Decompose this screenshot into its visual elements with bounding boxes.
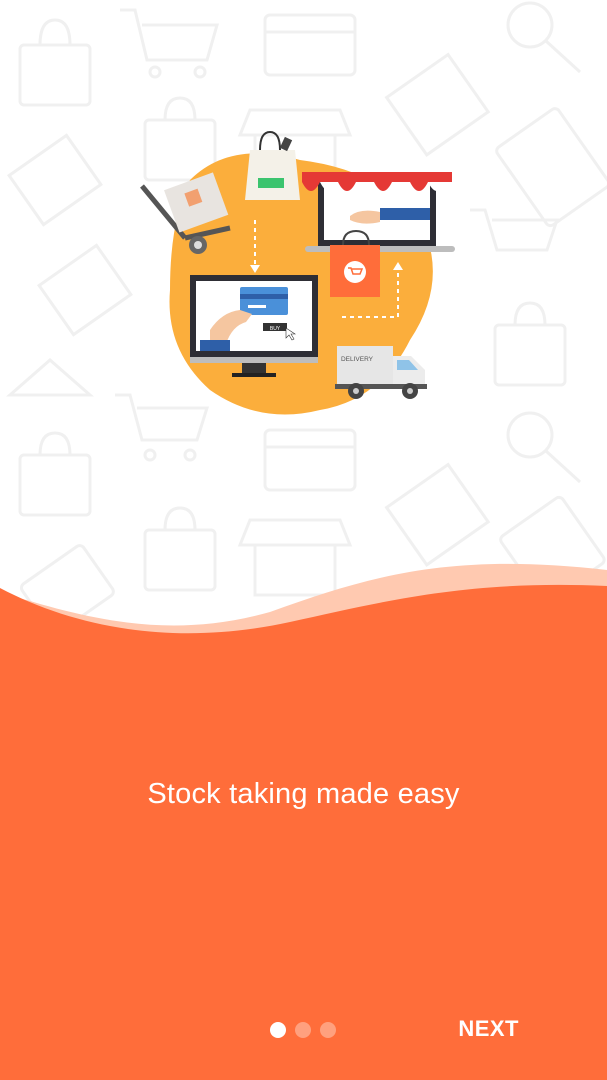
shopping-bag-icon <box>18 18 92 107</box>
shopping-bag-icon <box>18 431 92 517</box>
card-icon <box>263 428 357 492</box>
next-button[interactable]: NEXT <box>456 1012 521 1046</box>
shopping-bag-icon <box>493 301 567 387</box>
truck-label: DELIVERY <box>341 356 374 363</box>
gift-icon <box>7 133 103 227</box>
monitor-payment-icon: BUY <box>190 275 318 377</box>
cart-icon <box>470 208 560 252</box>
card-icon <box>263 13 357 77</box>
magnifier-icon <box>506 1 582 74</box>
onboarding-screen: BUY DELIVERY Stock taking made easy NEXT <box>0 0 607 1080</box>
wave-orange <box>0 584 607 1080</box>
page-indicator-dot-2[interactable] <box>295 1022 311 1038</box>
shopping-bag-icon <box>245 130 300 200</box>
laptop-store-icon <box>302 172 455 252</box>
hanger-icon <box>6 358 94 397</box>
gift-icon <box>37 243 133 337</box>
delivery-truck-icon: DELIVERY <box>335 346 427 399</box>
page-indicator-dot-1[interactable] <box>270 1022 286 1038</box>
buy-button-label: BUY <box>270 326 281 332</box>
page-indicator <box>270 1022 336 1038</box>
page-indicator-dot-3[interactable] <box>320 1022 336 1038</box>
ecommerce-illustration: BUY DELIVERY <box>140 130 455 415</box>
magnifier-icon <box>506 411 582 484</box>
card-icon <box>495 107 607 228</box>
onboarding-title: Stock taking made easy <box>147 778 460 810</box>
cart-icon <box>120 8 219 79</box>
